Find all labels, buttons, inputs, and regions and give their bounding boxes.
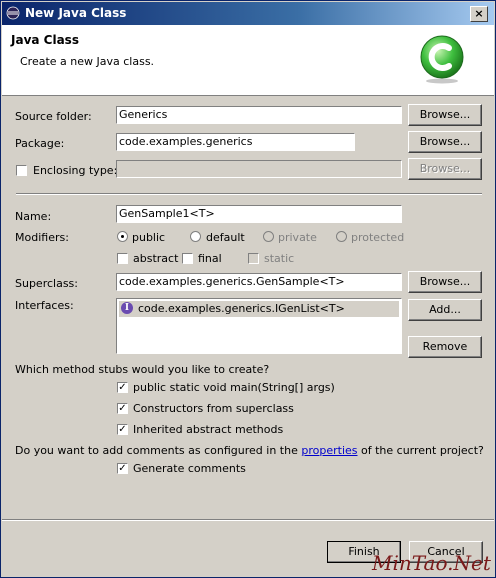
superclass-browse-button[interactable]: Browse... xyxy=(408,271,482,293)
enclosing-type-label: Enclosing type: xyxy=(33,164,118,177)
static-label: static xyxy=(264,252,295,265)
private-radio xyxy=(263,231,274,242)
main-stub-label: public static void main(String[] args) xyxy=(133,381,335,394)
interfaces-list[interactable]: I code.examples.generics.IGenList<T> xyxy=(116,298,402,354)
name-field[interactable]: GenSample1<T> xyxy=(116,205,402,223)
superclass-field[interactable]: code.examples.generics.GenSample<T> xyxy=(116,273,402,291)
watermark-text: MinTao.Net xyxy=(372,551,491,575)
wizard-content: Source folder: Generics Browse... Packag… xyxy=(2,96,494,519)
comments-question-suffix: of the current project? xyxy=(361,444,484,457)
window-title: New Java Class xyxy=(25,6,127,20)
package-browse-button[interactable]: Browse... xyxy=(408,131,482,153)
enclosing-type-checkbox[interactable] xyxy=(16,165,27,176)
comments-question-prefix: Do you want to add comments as configure… xyxy=(15,444,298,457)
properties-link[interactable]: properties xyxy=(301,444,357,457)
comments-question: Do you want to add comments as configure… xyxy=(15,444,484,457)
list-item[interactable]: I code.examples.generics.IGenList<T> xyxy=(119,301,399,317)
enclosing-type-field xyxy=(116,160,402,178)
interface-name: code.examples.generics.IGenList<T> xyxy=(138,302,345,315)
enclosing-type-browse-button: Browse... xyxy=(408,158,482,180)
close-icon: × xyxy=(474,7,484,20)
separator xyxy=(16,193,482,195)
default-label: default xyxy=(206,231,245,244)
public-radio[interactable] xyxy=(117,231,128,242)
constructors-stub-label: Constructors from superclass xyxy=(133,402,294,415)
default-radio[interactable] xyxy=(190,231,201,242)
interface-icon: I xyxy=(121,302,133,314)
protected-radio xyxy=(336,231,347,242)
source-folder-label: Source folder: xyxy=(15,110,92,123)
banner-title: Java Class xyxy=(11,33,79,47)
source-folder-field[interactable]: Generics xyxy=(116,106,402,124)
add-interface-button[interactable]: Add... xyxy=(408,299,482,321)
abstract-label: abstract xyxy=(133,252,179,265)
title-bar[interactable]: New Java Class × xyxy=(2,2,494,25)
final-checkbox[interactable] xyxy=(182,253,193,264)
inherited-stub-checkbox[interactable]: ✓ xyxy=(117,424,128,435)
public-label: public xyxy=(132,231,166,244)
constructors-stub-checkbox[interactable]: ✓ xyxy=(117,403,128,414)
close-button[interactable]: × xyxy=(470,6,488,22)
inherited-stub-label: Inherited abstract methods xyxy=(133,423,284,436)
remove-interface-button[interactable]: Remove xyxy=(408,336,482,358)
name-label: Name: xyxy=(15,210,52,223)
generate-comments-checkbox[interactable]: ✓ xyxy=(117,463,128,474)
static-checkbox xyxy=(248,253,259,264)
generate-comments-label: Generate comments xyxy=(133,462,246,475)
main-stub-checkbox[interactable]: ✓ xyxy=(117,382,128,393)
final-label: final xyxy=(198,252,222,265)
package-label: Package: xyxy=(15,137,65,150)
protected-label: protected xyxy=(351,231,405,244)
private-label: private xyxy=(278,231,317,244)
stubs-question: Which method stubs would you like to cre… xyxy=(15,363,270,376)
eclipse-app-icon xyxy=(6,6,20,20)
java-class-wizard-icon xyxy=(420,35,464,84)
wizard-banner: Java Class Create a new Java class. xyxy=(2,25,494,96)
package-field[interactable]: code.examples.generics xyxy=(116,133,355,151)
banner-description: Create a new Java class. xyxy=(20,55,155,68)
dialog-window: New Java Class × Java Class Create a new… xyxy=(0,0,496,578)
interfaces-label: Interfaces: xyxy=(15,299,74,312)
modifiers-label: Modifiers: xyxy=(15,231,69,244)
abstract-checkbox[interactable] xyxy=(117,253,128,264)
source-folder-browse-button[interactable]: Browse... xyxy=(408,104,482,126)
superclass-label: Superclass: xyxy=(15,277,78,290)
